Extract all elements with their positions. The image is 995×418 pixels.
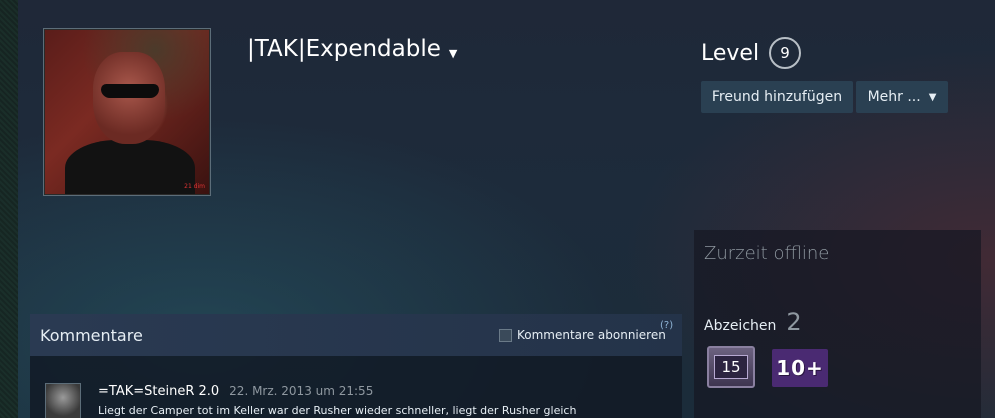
add-friend-label: Freund hinzufügen xyxy=(711,89,843,105)
persona-name-dropdown[interactable]: |TAK|Expendable ▼ xyxy=(247,36,457,62)
badges-count: 2 xyxy=(786,308,802,336)
badges-header[interactable]: Abzeichen 2 xyxy=(704,308,802,336)
subscribe-checkbox[interactable] xyxy=(499,328,512,342)
persona-name: |TAK|Expendable xyxy=(247,36,441,62)
comment-header: =TAK=SteineR 2.0 22. Mrz. 2013 um 21:55 xyxy=(98,384,373,399)
online-status: Zurzeit offline xyxy=(704,243,830,264)
avatar-image: 21 dim xyxy=(45,30,209,194)
more-label: Mehr ... xyxy=(867,89,921,105)
subscribe-comments-toggle[interactable]: Kommentare abonnieren xyxy=(499,328,666,342)
more-button[interactable]: Mehr ... ▼ xyxy=(856,81,948,113)
left-border-pattern xyxy=(0,0,18,418)
years-of-service-badge-icon[interactable]: 15 xyxy=(707,346,755,388)
add-friend-button[interactable]: Freund hinzufügen xyxy=(701,81,853,113)
level-badge[interactable]: 9 xyxy=(769,37,802,69)
profile-level: Level 9 xyxy=(701,37,802,69)
game-collector-badge-icon[interactable]: 10+ xyxy=(772,349,828,387)
comment-timestamp: 22. Mrz. 2013 um 21:55 xyxy=(229,384,374,398)
chevron-down-icon: ▼ xyxy=(928,91,937,103)
comments-title: Kommentare xyxy=(40,325,143,345)
chevron-down-icon: ▼ xyxy=(448,46,458,60)
avatar-mark: 21 dim xyxy=(184,183,205,190)
comment-author-avatar[interactable] xyxy=(45,383,81,418)
profile-avatar[interactable]: 21 dim xyxy=(43,28,211,196)
comment-text: Liegt der Camper tot im Keller war der R… xyxy=(98,404,577,417)
avatar-figure-body xyxy=(65,140,195,194)
avatar-figure-head xyxy=(93,52,165,144)
badge-years-text: 15 xyxy=(714,355,748,379)
badge-games-text: 10+ xyxy=(776,356,824,380)
avatar-figure-glasses xyxy=(101,84,159,98)
badges-label: Abzeichen xyxy=(704,318,777,334)
help-link[interactable]: (?) xyxy=(660,320,673,331)
comment-author-link[interactable]: =TAK=SteineR 2.0 xyxy=(98,384,219,399)
level-label: Level xyxy=(701,40,760,66)
subscribe-label: Kommentare abonnieren xyxy=(517,328,666,342)
